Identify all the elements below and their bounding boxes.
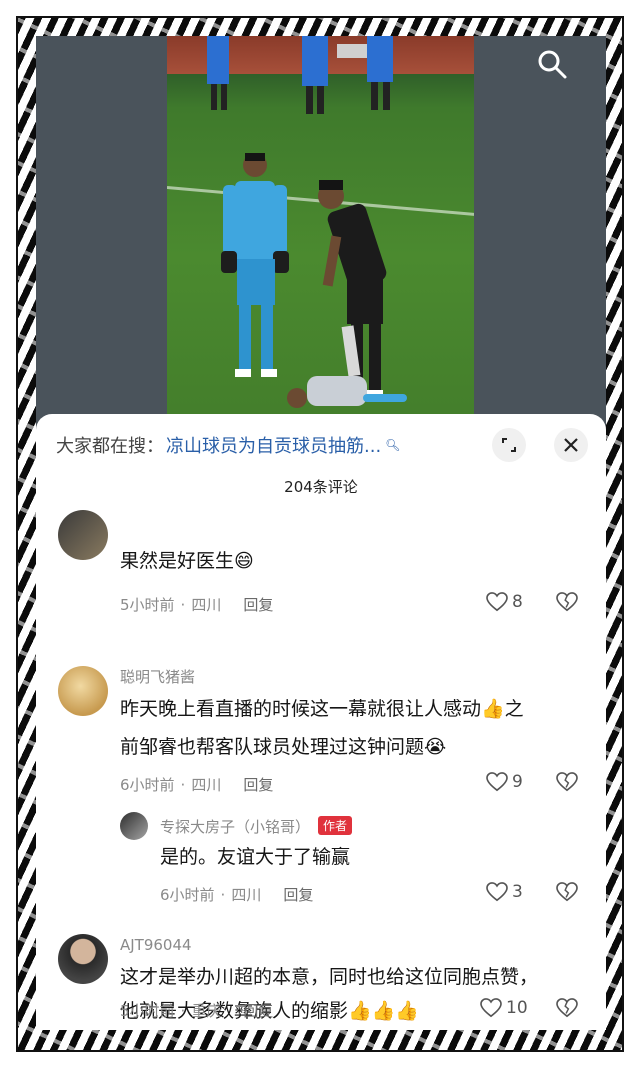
like-button[interactable]: 8: [486, 592, 523, 612]
hot-search-prefix: 大家都在搜：: [56, 436, 164, 457]
background-staff: [207, 36, 393, 114]
comment-time: 5小时前: [120, 1002, 175, 1020]
comment-location: 四川: [191, 776, 222, 794]
reply-button[interactable]: 回复: [243, 1000, 273, 1021]
reply-button[interactable]: 回复: [283, 884, 313, 905]
dislike-button[interactable]: [556, 772, 578, 796]
collapse-button[interactable]: [492, 428, 526, 462]
close-button[interactable]: [554, 428, 588, 462]
comment-count: 204条评论: [284, 478, 358, 496]
comment-location: 重庆: [191, 1002, 222, 1020]
video-player[interactable]: [36, 36, 606, 436]
username[interactable]: 聪明飞猪酱: [120, 666, 195, 687]
comment-meta: 5小时前 · 四川 回复: [120, 594, 274, 615]
like-button[interactable]: 9: [486, 772, 523, 792]
injured-player-figure: [287, 325, 407, 408]
broken-heart-icon: [556, 772, 578, 792]
heart-icon: [486, 882, 508, 902]
broken-heart-icon: [556, 592, 578, 612]
hot-search-link[interactable]: 凉山球员为自贡球员抽筋...: [166, 432, 381, 458]
comment-time: 6小时前: [120, 776, 175, 794]
avatar[interactable]: [58, 666, 108, 716]
search-button[interactable]: [532, 44, 572, 84]
comment-text-line-1: 昨天晚上看直播的时候这一幕就很让人感动👍之: [120, 698, 524, 720]
like-button[interactable]: 3: [486, 882, 523, 902]
broken-heart-icon: [556, 882, 578, 902]
comment-text-line-2: 前邹睿也帮客队球员处理过这钟问题😭: [120, 736, 447, 758]
search-icon: [538, 50, 567, 79]
like-button[interactable]: 10: [480, 998, 528, 1018]
dislike-button[interactable]: [556, 882, 578, 906]
author-badge: 作者: [318, 816, 353, 835]
username[interactable]: AJT96044: [120, 936, 192, 954]
comment-text: 果然是好医生😄: [120, 550, 254, 572]
like-count: 10: [506, 998, 528, 1018]
reply-button[interactable]: 回复: [243, 774, 273, 795]
avatar[interactable]: [58, 934, 108, 984]
comment-time: 5小时前: [120, 596, 175, 614]
comment-time: 6小时前: [160, 886, 215, 904]
username[interactable]: 专探大房子（小铭哥）: [160, 818, 310, 836]
like-count: 8: [512, 592, 523, 612]
avatar[interactable]: [120, 812, 148, 840]
comment-meta: 6小时前 · 四川 回复: [120, 774, 274, 795]
username-row: 专探大房子（小铭哥） 作者: [160, 816, 353, 837]
comment-location: 四川: [191, 596, 222, 614]
broken-heart-icon: [556, 998, 578, 1018]
video-frame: [167, 36, 474, 436]
comment-meta: 5小时前 · 重庆 回复: [120, 1000, 274, 1021]
like-count: 3: [512, 882, 523, 902]
comment-meta: 6小时前 · 四川 回复: [160, 884, 314, 905]
dislike-button[interactable]: [556, 592, 578, 616]
reply-button[interactable]: 回复: [243, 594, 273, 615]
dislike-button[interactable]: [556, 998, 578, 1022]
heart-icon: [480, 998, 502, 1018]
heart-icon: [486, 592, 508, 612]
comment-location: 四川: [231, 886, 262, 904]
like-count: 9: [512, 772, 523, 792]
comment-text: 是的。友谊大于了输赢: [160, 846, 351, 868]
comment-text-line-1: 这才是举办川超的本意，同时也给这位同胞点赞，: [120, 966, 539, 988]
avatar[interactable]: [58, 510, 108, 560]
heart-icon: [486, 772, 508, 792]
collapse-icon: [502, 438, 516, 452]
comments-sheet: 大家都在搜： 凉山球员为自贡球员抽筋... 🔍︎ 204条评论 果然是好医生😄 …: [36, 414, 606, 1030]
app-screen: 大家都在搜： 凉山球员为自贡球员抽筋... 🔍︎ 204条评论 果然是好医生😄 …: [36, 36, 606, 1030]
small-search-icon: 🔍︎: [385, 438, 401, 452]
close-icon: [564, 438, 578, 452]
